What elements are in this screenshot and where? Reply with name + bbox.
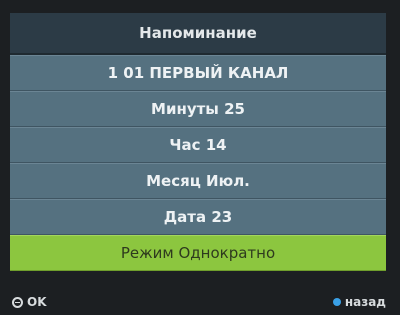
reminder-dialog: Напоминание 1 01 ПЕРВЫЙ КАНАЛ Минуты 25 … (10, 13, 386, 289)
blue-button-icon (332, 298, 341, 306)
menu-item-date[interactable]: Дата 23 (10, 199, 386, 235)
menu-item-month[interactable]: Месяц Июл. (10, 163, 386, 199)
dialog-title: Напоминание (10, 13, 386, 55)
menu-item-label: Час 14 (169, 136, 227, 154)
menu-item-label: Месяц Июл. (146, 172, 250, 190)
menu-item-minutes[interactable]: Минуты 25 (10, 91, 386, 127)
ok-hint[interactable]: OK (12, 295, 47, 309)
ok-button-icon (12, 296, 23, 308)
back-hint-label: назад (344, 295, 386, 309)
button-hints-bar: OK назад (0, 289, 400, 315)
tv-screen: Напоминание 1 01 ПЕРВЫЙ КАНАЛ Минуты 25 … (0, 0, 400, 315)
back-hint[interactable]: назад (332, 295, 386, 309)
menu-item-label: 1 01 ПЕРВЫЙ КАНАЛ (107, 64, 289, 82)
menu-item-mode[interactable]: Режим Однократно (10, 235, 386, 271)
menu-item-label: Режим Однократно (120, 244, 276, 262)
menu-item-label: Минуты 25 (151, 100, 245, 118)
menu-item-label: Дата 23 (163, 208, 233, 226)
menu-item-channel[interactable]: 1 01 ПЕРВЫЙ КАНАЛ (10, 55, 386, 91)
ok-hint-label: OK (27, 295, 47, 309)
menu-item-hour[interactable]: Час 14 (10, 127, 386, 163)
